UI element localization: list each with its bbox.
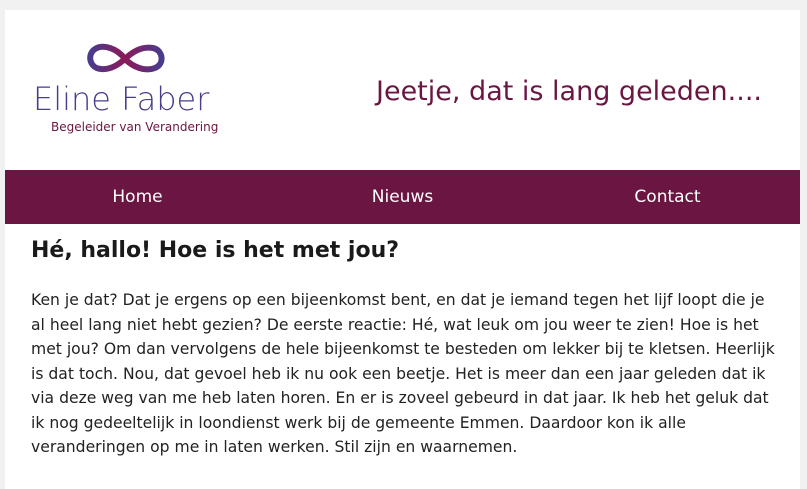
post-body: Ken je dat? Dat je ergens op een bijeenk…	[31, 291, 775, 456]
nav-item-contact[interactable]: Contact	[535, 170, 800, 224]
page-heading: Jeetje, dat is lang geleden....	[376, 76, 762, 107]
post-content: Hé, hallo! Hoe is het met jou? Ken je da…	[31, 238, 781, 460]
infinity-logo-icon	[87, 43, 165, 73]
main-navigation: Home Nieuws Contact	[5, 170, 800, 224]
brand-tagline: Begeleider van Verandering	[51, 120, 219, 134]
nav-item-home[interactable]: Home	[5, 170, 270, 224]
post-title: Hé, hallo! Hoe is het met jou?	[31, 238, 400, 263]
site-logo[interactable]: Eline Faber Begeleider van Verandering	[33, 40, 233, 140]
page: Eline Faber Begeleider van Verandering J…	[5, 10, 800, 489]
nav-item-nieuws[interactable]: Nieuws	[270, 170, 535, 224]
site-header: Eline Faber Begeleider van Verandering J…	[5, 10, 800, 170]
brand-name: Eline Faber	[33, 80, 210, 118]
